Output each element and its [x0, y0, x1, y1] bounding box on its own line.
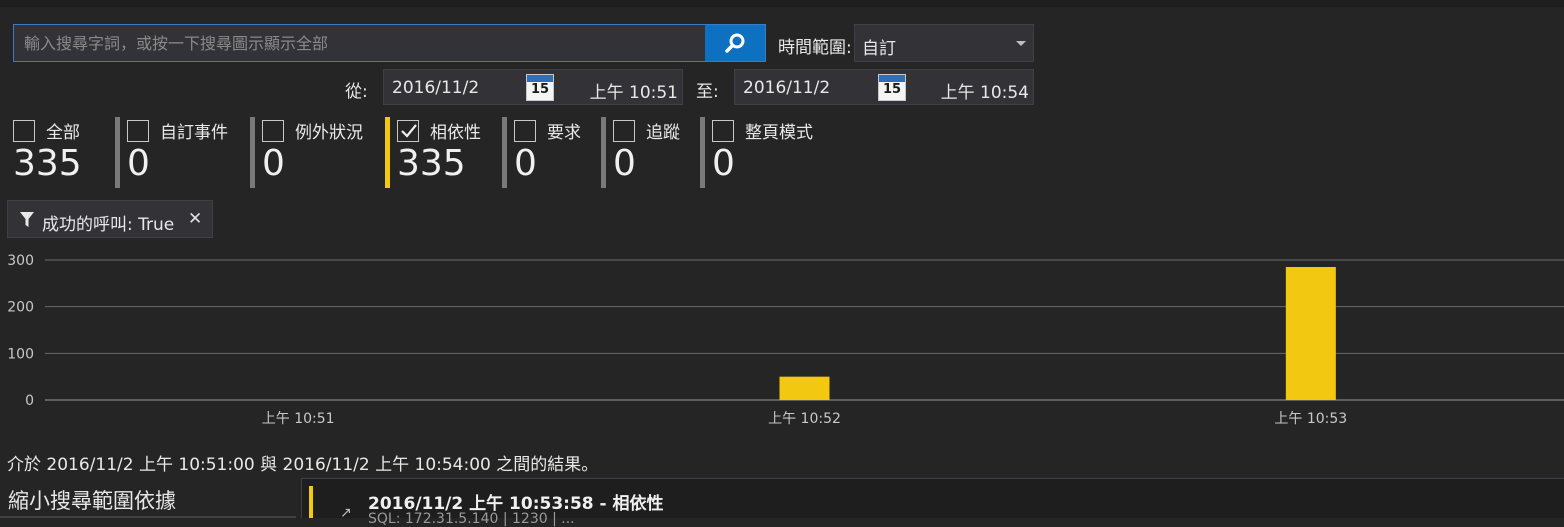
- category-divider: [601, 117, 606, 188]
- to-datetime-field[interactable]: 2016/11/2 15 上午 10:54: [734, 69, 1034, 105]
- y-tick-label: 100: [7, 346, 34, 362]
- category-label: 全部: [46, 123, 80, 143]
- calendar-icon[interactable]: 15: [526, 74, 554, 101]
- category-count: 0: [613, 143, 636, 184]
- category-page-views[interactable]: 整頁模式 0: [712, 118, 832, 190]
- result-item-subtitle: SQL: 172.31.5.140 | 1230 | ...: [368, 511, 575, 527]
- category-exceptions[interactable]: 例外狀況 0: [262, 118, 382, 190]
- category-divider: [700, 117, 705, 188]
- checkbox[interactable]: [13, 120, 35, 142]
- category-label: 整頁模式: [745, 123, 813, 143]
- y-tick-label: 0: [25, 393, 34, 409]
- calendar-icon[interactable]: 15: [878, 74, 906, 101]
- x-tick-label: 上午 10:52: [768, 411, 841, 427]
- search-box: [13, 24, 766, 62]
- to-time: 上午 10:54: [940, 83, 1029, 103]
- dependency-chart: 0 100 200 300 上午 10:51 上午 10:52 上午 10:53: [7, 253, 1564, 427]
- category-traces[interactable]: 追蹤 0: [613, 118, 698, 190]
- refine-search-heading: 縮小搜尋範圍依據: [8, 489, 176, 513]
- search-button[interactable]: [705, 25, 765, 61]
- y-tick-label: 200: [7, 300, 34, 316]
- category-divider: [115, 117, 120, 188]
- checkbox[interactable]: [262, 120, 284, 142]
- search-input[interactable]: [14, 25, 704, 61]
- y-tick-label: 300: [7, 253, 34, 269]
- search-icon: [724, 32, 746, 58]
- chevron-down-icon: [1016, 41, 1026, 46]
- category-dependencies[interactable]: 相依性 335: [397, 118, 497, 190]
- category-label: 自訂事件: [160, 123, 228, 143]
- category-custom-events[interactable]: 自訂事件 0: [127, 118, 247, 190]
- checkbox[interactable]: [712, 120, 734, 142]
- category-label: 例外狀況: [295, 123, 363, 143]
- close-icon[interactable]: ✕: [188, 209, 202, 229]
- filter-icon: [20, 212, 34, 232]
- results-summary: 介於 2016/11/2 上午 10:51:00 與 2016/11/2 上午 …: [7, 455, 599, 475]
- category-label: 要求: [547, 123, 581, 143]
- from-date: 2016/11/2: [392, 78, 480, 98]
- category-count: 0: [262, 143, 285, 184]
- category-divider: [250, 117, 255, 188]
- x-tick-label: 上午 10:53: [1274, 411, 1347, 427]
- category-requests[interactable]: 要求 0: [514, 118, 599, 190]
- filter-chip-label: 成功的呼叫: True: [42, 215, 175, 235]
- from-label: 從:: [345, 82, 368, 102]
- external-link-icon: ↗: [340, 505, 352, 521]
- filter-chip[interactable]: 成功的呼叫: True ✕: [7, 200, 213, 238]
- checkbox[interactable]: [127, 120, 149, 142]
- checkbox[interactable]: [514, 120, 536, 142]
- time-range-value: 自訂: [862, 39, 896, 59]
- category-label: 追蹤: [646, 123, 680, 143]
- category-divider: [502, 117, 507, 188]
- category-divider-active: [385, 117, 390, 188]
- bar: [779, 376, 830, 400]
- check-icon: [401, 124, 417, 138]
- category-all[interactable]: 全部 335: [13, 118, 113, 190]
- checkbox-checked[interactable]: [397, 120, 419, 142]
- category-count: 335: [13, 143, 82, 184]
- from-datetime-field[interactable]: 2016/11/2 15 上午 10:51: [383, 69, 683, 105]
- x-tick-label: 上午 10:51: [262, 411, 335, 427]
- time-range-label: 時間範圍:: [778, 38, 852, 58]
- bar: [1285, 267, 1336, 400]
- category-count: 0: [127, 143, 150, 184]
- result-accent-bar: [309, 486, 313, 518]
- from-time: 上午 10:51: [589, 83, 678, 103]
- time-range-dropdown[interactable]: 自訂: [854, 24, 1034, 62]
- to-label: 至:: [696, 82, 719, 102]
- category-count: 0: [514, 143, 537, 184]
- category-count: 335: [397, 143, 466, 184]
- category-label: 相依性: [430, 123, 481, 143]
- category-count: 0: [712, 143, 735, 184]
- top-strip: [0, 0, 1564, 7]
- to-date: 2016/11/2: [743, 78, 831, 98]
- checkbox[interactable]: [613, 120, 635, 142]
